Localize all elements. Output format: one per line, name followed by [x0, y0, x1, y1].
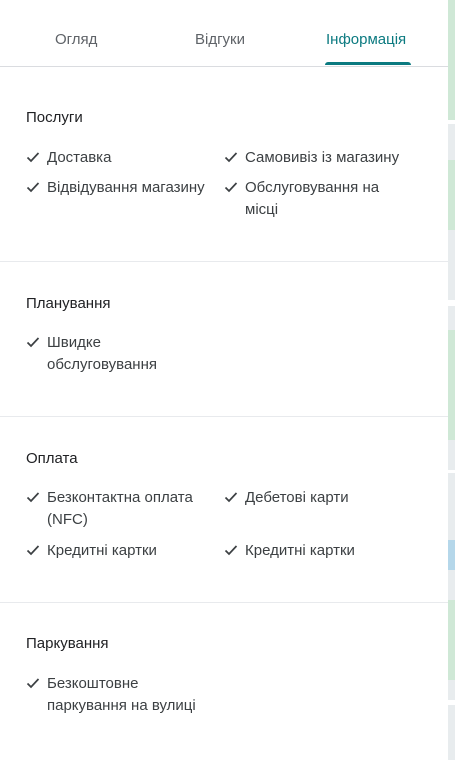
tab-reviews[interactable]: Відгуки — [195, 31, 245, 48]
checkmark-icon — [26, 543, 40, 557]
attribute-item: Самовивіз із магазину — [224, 147, 420, 169]
checkmark-icon — [224, 150, 238, 164]
attribute-item: Швидке обслуговування — [26, 332, 177, 376]
checkmark-icon — [224, 543, 238, 557]
place-info-panel: Огляд Відгуки Інформація Послуги Доставк… — [0, 0, 448, 760]
section-title-payment: Оплата — [26, 450, 78, 467]
checkmark-icon — [26, 180, 40, 194]
attribute-item: Безконтактна оплата (NFC) — [26, 487, 217, 531]
checkmark-icon — [26, 150, 40, 164]
attribute-label: Безкоштовне паркування на вулиці — [47, 675, 196, 714]
attribute-label: Обслуговування на місці — [245, 179, 380, 218]
checkmark-icon — [224, 490, 238, 504]
checkmark-icon — [26, 676, 40, 690]
attribute-label: Безконтактна оплата (NFC) — [47, 489, 193, 528]
attribute-item: Обслуговування на місці — [224, 177, 395, 221]
attribute-item: Доставка — [26, 147, 217, 169]
section-title-parking: Паркування — [26, 635, 109, 652]
active-tab-indicator — [325, 62, 411, 65]
section-title-services: Послуги — [26, 109, 83, 126]
map-edge[interactable] — [448, 0, 455, 760]
checkmark-icon — [26, 335, 40, 349]
attribute-item: Безкоштовне паркування на вулиці — [26, 673, 217, 717]
section-divider — [0, 416, 448, 417]
tab-bar: Огляд Відгуки Інформація — [0, 0, 448, 67]
attribute-label: Дебетові карти — [245, 489, 349, 506]
attribute-label: Відвідування магазину — [47, 179, 205, 196]
attribute-label: Кредитні картки — [47, 542, 157, 559]
section-divider — [0, 602, 448, 603]
attribute-item: Кредитні картки — [26, 540, 217, 562]
attribute-label: Кредитні картки — [245, 542, 355, 559]
attribute-item: Відвідування магазину — [26, 177, 227, 199]
attribute-label: Швидке обслуговування — [47, 334, 157, 373]
section-title-planning: Планування — [26, 295, 111, 312]
attribute-item: Дебетові карти — [224, 487, 415, 509]
checkmark-icon — [224, 180, 238, 194]
tab-about[interactable]: Інформація — [326, 31, 406, 48]
attribute-label: Самовивіз із магазину — [245, 149, 400, 166]
tab-overview[interactable]: Огляд — [55, 31, 97, 48]
section-divider — [0, 261, 448, 262]
attribute-item: Кредитні картки — [224, 540, 415, 562]
checkmark-icon — [26, 490, 40, 504]
attribute-label: Доставка — [47, 149, 112, 166]
